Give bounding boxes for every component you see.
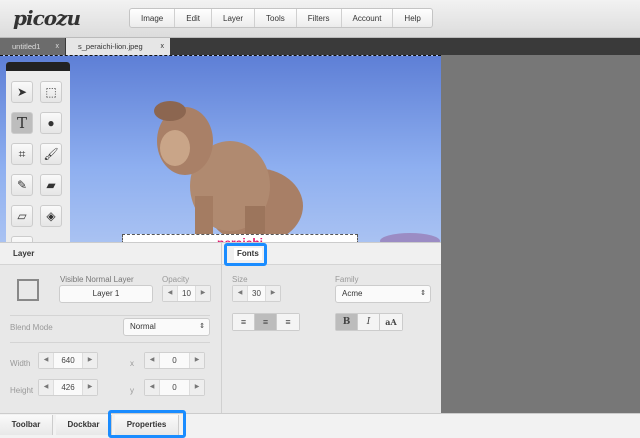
eraser-tool-icon[interactable]: ▰ — [40, 174, 62, 196]
main-menu: Image Edit Layer Tools Filters Account H… — [129, 8, 433, 28]
y-label: y — [130, 386, 134, 395]
header: picozu Image Edit Layer Tools Filters Ac… — [0, 0, 640, 38]
menu-help[interactable]: Help — [393, 9, 431, 27]
text-align-group: ≡ ≡ ≡ — [232, 313, 300, 331]
y-stepper[interactable]: ◀ 0 ▶ — [144, 379, 205, 396]
width-stepper[interactable]: ◀ 640 ▶ — [38, 352, 98, 369]
opacity-label: Opacity — [162, 275, 190, 284]
increment-icon[interactable]: ▶ — [83, 380, 97, 395]
marquee-tool-icon[interactable]: ⬚ — [40, 81, 62, 103]
size-label: Size — [232, 275, 248, 284]
font-family-select[interactable]: Acme ⇕ — [335, 285, 431, 303]
font-size-value[interactable]: 30 — [247, 286, 266, 301]
bottom-bar: Toolbar Dockbar Properties — [0, 410, 640, 438]
properties-panel: Layer Fonts Visible Normal Layer Layer 1… — [0, 242, 441, 413]
italic-button[interactable]: I — [358, 314, 380, 330]
logo[interactable]: picozu — [13, 6, 81, 30]
family-label: Family — [335, 275, 359, 284]
close-icon[interactable]: x — [161, 38, 165, 55]
properties-highlight — [108, 410, 186, 438]
increment-icon[interactable]: ▶ — [190, 353, 204, 368]
height-stepper[interactable]: ◀ 426 ▶ — [38, 379, 98, 396]
document-tabs: untitled1 x s_peraichi-lion.jpeg x — [0, 38, 640, 55]
tab-label: untitled1 — [12, 42, 41, 51]
select-arrows-icon: ⇕ — [420, 290, 426, 297]
height-label: Height — [10, 386, 34, 395]
toolbox-handle[interactable] — [6, 62, 70, 71]
case-button[interactable]: aA — [380, 314, 402, 330]
toolbox: ➤ ⬚ T ● ⌗ 🖌 ✎ ▰ ▱ ◈ — [6, 62, 70, 244]
layer-name-field[interactable]: Layer 1 — [59, 285, 153, 303]
tab-label: s_peraichi-lion.jpeg — [78, 42, 143, 51]
decrement-icon[interactable]: ◀ — [233, 286, 247, 301]
decrement-icon[interactable]: ◀ — [145, 380, 159, 395]
blend-mode-select[interactable]: Normal ⇕ — [123, 318, 210, 336]
eyedropper-tool-icon[interactable]: ✎ — [11, 174, 33, 196]
align-left-icon[interactable]: ≡ — [233, 314, 255, 330]
opacity-stepper[interactable]: ◀ 10 ▶ — [162, 285, 211, 302]
divider — [10, 342, 210, 343]
align-right-icon[interactable]: ≡ — [277, 314, 299, 330]
x-value[interactable]: 0 — [159, 353, 190, 368]
font-family-value: Acme — [342, 289, 363, 298]
decrement-icon[interactable]: ◀ — [39, 353, 53, 368]
menu-image[interactable]: Image — [130, 9, 176, 27]
visibility-label: Visible Normal Layer — [60, 275, 134, 284]
fill-tool-icon[interactable]: ◈ — [40, 205, 62, 227]
layer-panel-title: Layer — [0, 243, 221, 265]
height-value[interactable]: 426 — [53, 380, 83, 395]
x-label: x — [130, 359, 134, 368]
opacity-value[interactable]: 10 — [177, 286, 196, 301]
align-center-icon[interactable]: ≡ — [255, 314, 277, 330]
move-tool-icon[interactable]: ➤ — [11, 81, 33, 103]
font-size-stepper[interactable]: ◀ 30 ▶ — [232, 285, 281, 302]
increment-icon[interactable]: ▶ — [190, 380, 204, 395]
menu-account[interactable]: Account — [342, 9, 394, 27]
blend-mode-label: Blend Mode — [10, 323, 53, 332]
decrement-icon[interactable]: ◀ — [39, 380, 53, 395]
menu-layer[interactable]: Layer — [212, 9, 256, 27]
layer-thumbnail — [17, 279, 39, 301]
width-value[interactable]: 640 — [53, 353, 83, 368]
ruler-tool-icon[interactable]: ▱ — [11, 205, 33, 227]
x-stepper[interactable]: ◀ 0 ▶ — [144, 352, 205, 369]
increment-icon[interactable]: ▶ — [83, 353, 97, 368]
y-value[interactable]: 0 — [159, 380, 190, 395]
blend-mode-value: Normal — [130, 322, 156, 331]
menu-tools[interactable]: Tools — [255, 9, 297, 27]
width-label: Width — [10, 359, 31, 368]
menu-filters[interactable]: Filters — [297, 9, 342, 27]
divider — [221, 265, 222, 413]
tab-untitled1[interactable]: untitled1 x — [0, 38, 65, 55]
brush-tool-icon[interactable]: 🖌 — [40, 143, 62, 165]
bold-button[interactable]: B — [336, 314, 358, 330]
select-arrows-icon: ⇕ — [199, 323, 205, 330]
shapes-tool-icon[interactable]: ● — [40, 112, 62, 134]
increment-icon[interactable]: ▶ — [196, 286, 210, 301]
tab-lion-image[interactable]: s_peraichi-lion.jpeg x — [66, 38, 170, 55]
decrement-icon[interactable]: ◀ — [145, 353, 159, 368]
text-style-group: B I aA — [335, 313, 403, 331]
close-icon[interactable]: x — [56, 38, 60, 55]
text-tool-icon[interactable]: T — [11, 112, 33, 134]
fonts-highlight — [224, 243, 267, 266]
increment-icon[interactable]: ▶ — [266, 286, 280, 301]
dockbar-tab[interactable]: Dockbar — [56, 415, 112, 435]
decrement-icon[interactable]: ◀ — [163, 286, 177, 301]
menu-edit[interactable]: Edit — [175, 9, 213, 27]
divider — [10, 315, 210, 316]
crop-tool-icon[interactable]: ⌗ — [11, 143, 33, 165]
toolbar-tab[interactable]: Toolbar — [0, 415, 53, 435]
